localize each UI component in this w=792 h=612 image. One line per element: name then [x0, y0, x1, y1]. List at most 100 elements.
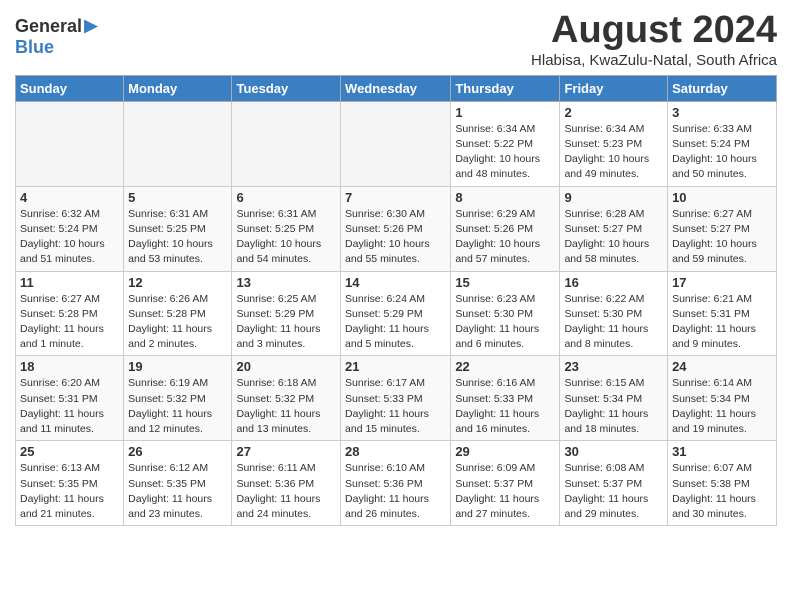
month-title: August 2024 [531, 10, 777, 52]
calendar-cell: 22 Sunrise: 6:16 AMSunset: 5:33 PMDayligh… [451, 356, 560, 441]
day-info: Sunrise: 6:20 AMSunset: 5:31 PMDaylight:… [20, 376, 119, 437]
day-info: Sunrise: 6:33 AMSunset: 5:24 PMDaylight:… [672, 122, 772, 183]
calendar-cell: 18 Sunrise: 6:20 AMSunset: 5:31 PMDayligh… [16, 356, 124, 441]
calendar-cell [16, 101, 124, 186]
day-info: Sunrise: 6:21 AMSunset: 5:31 PMDaylight:… [672, 292, 772, 353]
day-info: Sunrise: 6:14 AMSunset: 5:34 PMDaylight:… [672, 376, 772, 437]
day-number: 12 [128, 275, 227, 290]
day-info: Sunrise: 6:34 AMSunset: 5:23 PMDaylight:… [564, 122, 663, 183]
day-number: 24 [672, 359, 772, 374]
header: General Blue August 2024 Hlabisa, KwaZul… [15, 10, 777, 69]
day-info: Sunrise: 6:15 AMSunset: 5:34 PMDaylight:… [564, 376, 663, 437]
calendar-cell: 17Sunrise: 6:21 AMSunset: 5:31 PMDayligh… [668, 271, 777, 356]
day-number: 20 [236, 359, 336, 374]
calendar-cell: 3 Sunrise: 6:33 AMSunset: 5:24 PMDaylight… [668, 101, 777, 186]
calendar-cell: 21 Sunrise: 6:17 AMSunset: 5:33 PMDayligh… [341, 356, 451, 441]
week-row-4: 18 Sunrise: 6:20 AMSunset: 5:31 PMDayligh… [16, 356, 777, 441]
day-number: 29 [455, 444, 555, 459]
calendar-cell: 10Sunrise: 6:27 AMSunset: 5:27 PMDayligh… [668, 186, 777, 271]
day-number: 2 [564, 105, 663, 120]
calendar-cell: 23 Sunrise: 6:15 AMSunset: 5:34 PMDayligh… [560, 356, 668, 441]
day-number: 14 [345, 275, 446, 290]
day-number: 5 [128, 190, 227, 205]
day-number: 30 [564, 444, 663, 459]
calendar-cell: 9 Sunrise: 6:28 AMSunset: 5:27 PMDaylight… [560, 186, 668, 271]
calendar-cell: 24 Sunrise: 6:14 AMSunset: 5:34 PMDayligh… [668, 356, 777, 441]
day-number: 15 [455, 275, 555, 290]
day-info: Sunrise: 6:27 AMSunset: 5:27 PMDaylight:… [672, 207, 772, 268]
day-info: Sunrise: 6:22 AMSunset: 5:30 PMDaylight:… [564, 292, 663, 353]
day-number: 27 [236, 444, 336, 459]
day-number: 11 [20, 275, 119, 290]
calendar-cell: 12 Sunrise: 6:26 AMSunset: 5:28 PMDayligh… [124, 271, 232, 356]
day-number: 9 [564, 190, 663, 205]
calendar-cell: 27 Sunrise: 6:11 AMSunset: 5:36 PMDayligh… [232, 441, 341, 526]
week-row-5: 25Sunrise: 6:13 AMSunset: 5:35 PMDayligh… [16, 441, 777, 526]
day-number: 1 [455, 105, 555, 120]
calendar-cell: 28 Sunrise: 6:10 AMSunset: 5:36 PMDayligh… [341, 441, 451, 526]
calendar-cell: 7Sunrise: 6:30 AMSunset: 5:26 PMDaylight… [341, 186, 451, 271]
day-number: 18 [20, 359, 119, 374]
day-info: Sunrise: 6:26 AMSunset: 5:28 PMDaylight:… [128, 292, 227, 353]
calendar-cell: 13 Sunrise: 6:25 AMSunset: 5:29 PMDayligh… [232, 271, 341, 356]
day-info: Sunrise: 6:24 AMSunset: 5:29 PMDaylight:… [345, 292, 446, 353]
day-info: Sunrise: 6:08 AMSunset: 5:37 PMDaylight:… [564, 461, 663, 522]
calendar-cell: 8 Sunrise: 6:29 AMSunset: 5:26 PMDaylight… [451, 186, 560, 271]
calendar-cell: 4 Sunrise: 6:32 AMSunset: 5:24 PMDaylight… [16, 186, 124, 271]
calendar-cell: 5 Sunrise: 6:31 AMSunset: 5:25 PMDaylight… [124, 186, 232, 271]
day-info: Sunrise: 6:28 AMSunset: 5:27 PMDaylight:… [564, 207, 663, 268]
logo: General Blue [15, 16, 98, 58]
day-info: Sunrise: 6:13 AMSunset: 5:35 PMDaylight:… [20, 461, 119, 522]
weekday-header-tuesday: Tuesday [232, 75, 341, 101]
calendar-cell: 26 Sunrise: 6:12 AMSunset: 5:35 PMDayligh… [124, 441, 232, 526]
day-info: Sunrise: 6:07 AMSunset: 5:38 PMDaylight:… [672, 461, 772, 522]
logo-arrow-icon [84, 20, 98, 34]
day-info: Sunrise: 6:31 AMSunset: 5:25 PMDaylight:… [128, 207, 227, 268]
day-info: Sunrise: 6:31 AMSunset: 5:25 PMDaylight:… [236, 207, 336, 268]
week-row-1: 1 Sunrise: 6:34 AMSunset: 5:22 PMDaylight… [16, 101, 777, 186]
day-number: 21 [345, 359, 446, 374]
title-area: August 2024 Hlabisa, KwaZulu-Natal, Sout… [531, 10, 777, 69]
day-number: 26 [128, 444, 227, 459]
calendar-cell: 2 Sunrise: 6:34 AMSunset: 5:23 PMDaylight… [560, 101, 668, 186]
calendar-cell: 31 Sunrise: 6:07 AMSunset: 5:38 PMDayligh… [668, 441, 777, 526]
location-title: Hlabisa, KwaZulu-Natal, South Africa [531, 52, 777, 69]
calendar-cell: 29 Sunrise: 6:09 AMSunset: 5:37 PMDayligh… [451, 441, 560, 526]
day-info: Sunrise: 6:10 AMSunset: 5:36 PMDaylight:… [345, 461, 446, 522]
day-info: Sunrise: 6:09 AMSunset: 5:37 PMDaylight:… [455, 461, 555, 522]
week-row-2: 4 Sunrise: 6:32 AMSunset: 5:24 PMDaylight… [16, 186, 777, 271]
day-info: Sunrise: 6:29 AMSunset: 5:26 PMDaylight:… [455, 207, 555, 268]
day-number: 13 [236, 275, 336, 290]
day-info: Sunrise: 6:12 AMSunset: 5:35 PMDaylight:… [128, 461, 227, 522]
calendar-cell: 15Sunrise: 6:23 AMSunset: 5:30 PMDayligh… [451, 271, 560, 356]
calendar-cell: 20Sunrise: 6:18 AMSunset: 5:32 PMDayligh… [232, 356, 341, 441]
weekday-header-wednesday: Wednesday [341, 75, 451, 101]
day-info: Sunrise: 6:32 AMSunset: 5:24 PMDaylight:… [20, 207, 119, 268]
day-number: 8 [455, 190, 555, 205]
day-number: 16 [564, 275, 663, 290]
day-info: Sunrise: 6:11 AMSunset: 5:36 PMDaylight:… [236, 461, 336, 522]
weekday-header-monday: Monday [124, 75, 232, 101]
day-number: 31 [672, 444, 772, 459]
day-info: Sunrise: 6:16 AMSunset: 5:33 PMDaylight:… [455, 376, 555, 437]
calendar-cell: 30 Sunrise: 6:08 AMSunset: 5:37 PMDayligh… [560, 441, 668, 526]
calendar-cell: 16 Sunrise: 6:22 AMSunset: 5:30 PMDayligh… [560, 271, 668, 356]
weekday-header-saturday: Saturday [668, 75, 777, 101]
calendar-table: SundayMondayTuesdayWednesdayThursdayFrid… [15, 75, 777, 526]
day-number: 6 [236, 190, 336, 205]
day-number: 28 [345, 444, 446, 459]
day-info: Sunrise: 6:25 AMSunset: 5:29 PMDaylight:… [236, 292, 336, 353]
day-number: 3 [672, 105, 772, 120]
calendar-cell: 6 Sunrise: 6:31 AMSunset: 5:25 PMDaylight… [232, 186, 341, 271]
calendar-cell [124, 101, 232, 186]
day-info: Sunrise: 6:17 AMSunset: 5:33 PMDaylight:… [345, 376, 446, 437]
weekday-header-sunday: Sunday [16, 75, 124, 101]
day-info: Sunrise: 6:34 AMSunset: 5:22 PMDaylight:… [455, 122, 555, 183]
calendar-cell: 11 Sunrise: 6:27 AMSunset: 5:28 PMDayligh… [16, 271, 124, 356]
day-info: Sunrise: 6:27 AMSunset: 5:28 PMDaylight:… [20, 292, 119, 353]
day-number: 22 [455, 359, 555, 374]
day-number: 23 [564, 359, 663, 374]
day-number: 19 [128, 359, 227, 374]
day-number: 4 [20, 190, 119, 205]
weekday-header-friday: Friday [560, 75, 668, 101]
